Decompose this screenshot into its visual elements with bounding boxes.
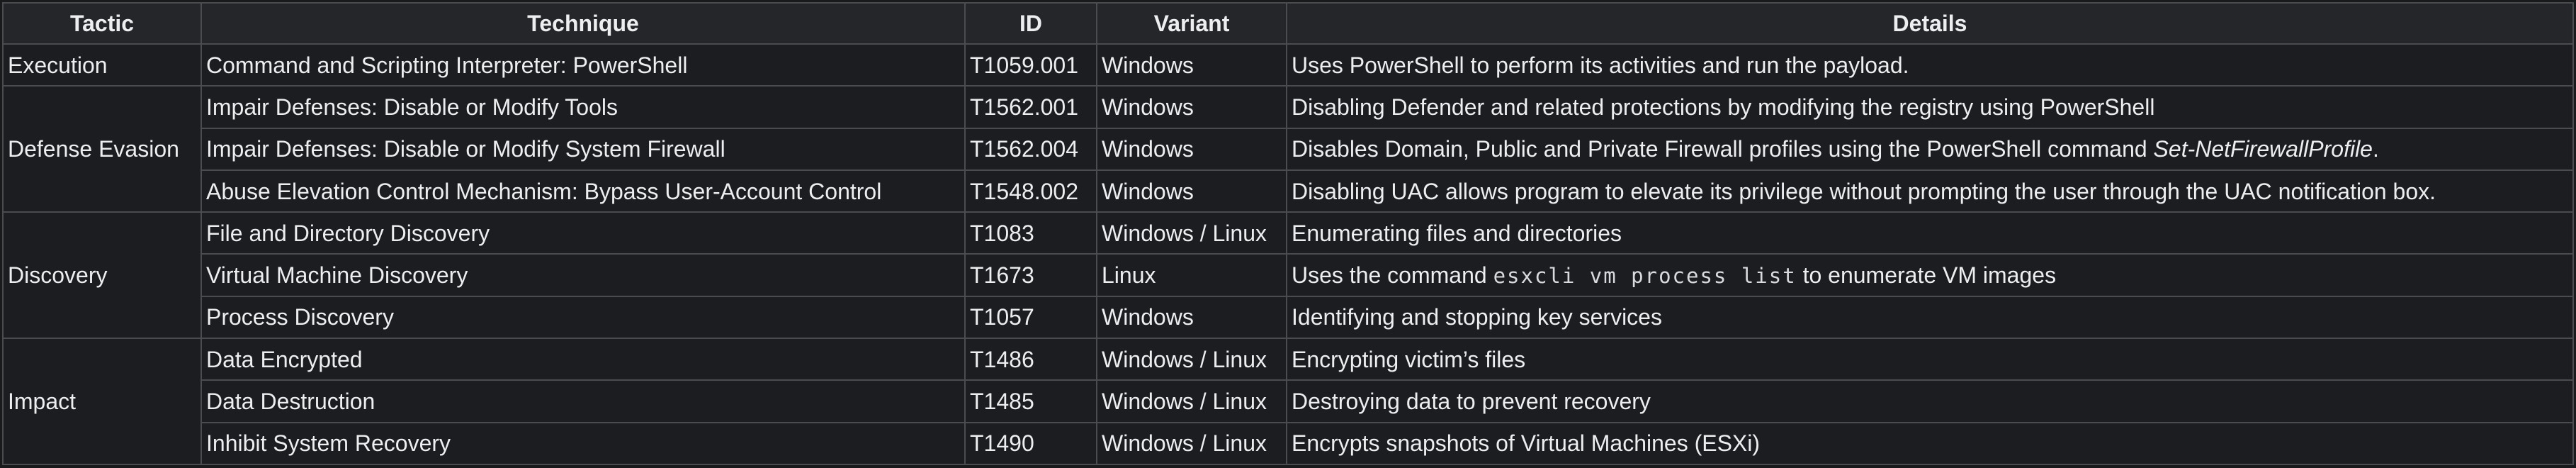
column-header-variant: Variant (1096, 2, 1287, 45)
details-text: Encrypting victim’s files (1292, 346, 1526, 372)
technique-cell: File and Directory Discovery (200, 211, 966, 255)
technique-cell: Process Discovery (200, 295, 966, 340)
details-cell: Encrypting victim’s files (1286, 338, 2574, 381)
details-cell: Enumerating files and directories (1286, 211, 2574, 255)
table-row: Discovery File and Directory Discovery T10… (2, 211, 2574, 340)
emphasized-text: Set-NetFirewallProfile (2153, 136, 2373, 162)
technique-cell: Abuse Elevation Control Mechanism: Bypas… (200, 169, 966, 213)
tactic-cell: Impact (2, 338, 202, 465)
tactic-cell: Discovery (2, 211, 202, 340)
header-row: Tactic Technique ID Variant Details (2, 2, 2574, 45)
details-cell: Uses the command esxcli vm process list … (1286, 253, 2574, 297)
id-cell: T1059.001 (964, 43, 1097, 87)
column-header-id: ID (964, 2, 1097, 45)
details-cell: Identifying and stopping key services (1286, 295, 2574, 340)
column-header-tactic: Tactic (2, 2, 202, 45)
column-header-technique: Technique (200, 2, 966, 45)
id-cell: T1673 (964, 253, 1097, 297)
variant-cell: Windows (1096, 169, 1287, 213)
id-cell: T1057 (964, 295, 1097, 340)
variant-cell: Windows (1096, 85, 1287, 129)
id-cell: T1490 (964, 421, 1097, 466)
table-row: Execution Command and Scripting Interpret… (2, 43, 2574, 87)
table-row: Defense Evasion Impair Defenses: Disable … (2, 85, 2574, 213)
details-text: Uses PowerShell to perform its activitie… (1292, 52, 1909, 78)
table-row: Virtual Machine Discovery T1673 Linux Uses … (3, 253, 2574, 297)
details-text: . (2372, 136, 2379, 162)
table-row: Inhibit System Recovery T1490 Windows / Li… (3, 421, 2574, 466)
id-cell: T1486 (964, 338, 1097, 381)
technique-cell: Impair Defenses: Disable or Modify Syste… (200, 127, 966, 171)
column-header-details: Details (1286, 2, 2574, 45)
technique-cell: Data Destruction (200, 379, 966, 423)
variant-cell: Windows / Linux (1096, 211, 1287, 255)
technique-cell: Impair Defenses: Disable or Modify Tools (200, 85, 966, 129)
id-cell: T1562.001 (964, 85, 1097, 129)
details-text: Encrypts snapshots of Virtual Machines (… (1292, 430, 1761, 457)
details-text: Disabling UAC allows program to elevate … (1292, 178, 2436, 204)
details-text: Uses the command (1292, 262, 1493, 288)
table-row: Process Discovery T1057 Windows Identifying… (3, 295, 2574, 340)
details-text: Disabling Defender and related protectio… (1292, 94, 2155, 120)
details-text: Identifying and stopping key services (1292, 304, 1662, 330)
id-cell: T1562.004 (964, 127, 1097, 171)
details-cell: Disables Domain, Public and Private Fire… (1286, 127, 2574, 171)
table-row: Abuse Elevation Control Mechanism: Bypas… (3, 169, 2574, 213)
variant-cell: Windows (1096, 43, 1287, 87)
details-cell: Uses PowerShell to perform its activitie… (1286, 43, 2574, 87)
details-text: Destroying data to prevent recovery (1292, 389, 1651, 415)
table-header: Tactic Technique ID Variant Details (2, 2, 2574, 45)
details-text: Enumerating files and directories (1292, 220, 1622, 246)
inline-code: esxcli vm process list (1493, 263, 1797, 288)
details-cell: Disabling UAC allows program to elevate … (1286, 169, 2574, 213)
variant-cell: Windows (1096, 295, 1287, 340)
variant-cell: Windows / Linux (1096, 421, 1287, 466)
technique-cell: Data Encrypted (200, 338, 966, 381)
variant-cell: Windows / Linux (1096, 379, 1287, 423)
variant-cell: Linux (1096, 253, 1287, 297)
id-cell: T1485 (964, 379, 1097, 423)
id-cell: T1548.002 (964, 169, 1097, 213)
technique-cell: Virtual Machine Discovery (200, 253, 966, 297)
table-row: Impair Defenses: Disable or Modify Syste… (3, 127, 2574, 171)
table-row: Data Destruction T1485 Windows / Linux Dest… (3, 379, 2574, 423)
technique-cell: Inhibit System Recovery (200, 421, 966, 466)
table-row: Impact Data Encrypted T1486 Windows / Linux… (2, 338, 2574, 465)
tactic-cell: Execution (2, 43, 202, 87)
details-text: Disables Domain, Public and Private Fire… (1292, 136, 2154, 162)
mitre-attack-table: Tactic Technique ID Variant Details Exec… (2, 2, 2574, 466)
table-body: Execution Command and Scripting Interpret… (2, 43, 2574, 466)
variant-cell: Windows / Linux (1096, 338, 1287, 381)
details-cell: Disabling Defender and related protectio… (1286, 85, 2574, 129)
tactic-cell: Defense Evasion (2, 85, 202, 213)
details-text: to enumerate VM images (1796, 262, 2057, 288)
variant-cell: Windows (1096, 127, 1287, 171)
details-cell: Encrypts snapshots of Virtual Machines (… (1286, 421, 2574, 466)
technique-cell: Command and Scripting Interpreter: Power… (200, 43, 966, 87)
details-cell: Destroying data to prevent recovery (1286, 379, 2574, 423)
id-cell: T1083 (964, 211, 1097, 255)
